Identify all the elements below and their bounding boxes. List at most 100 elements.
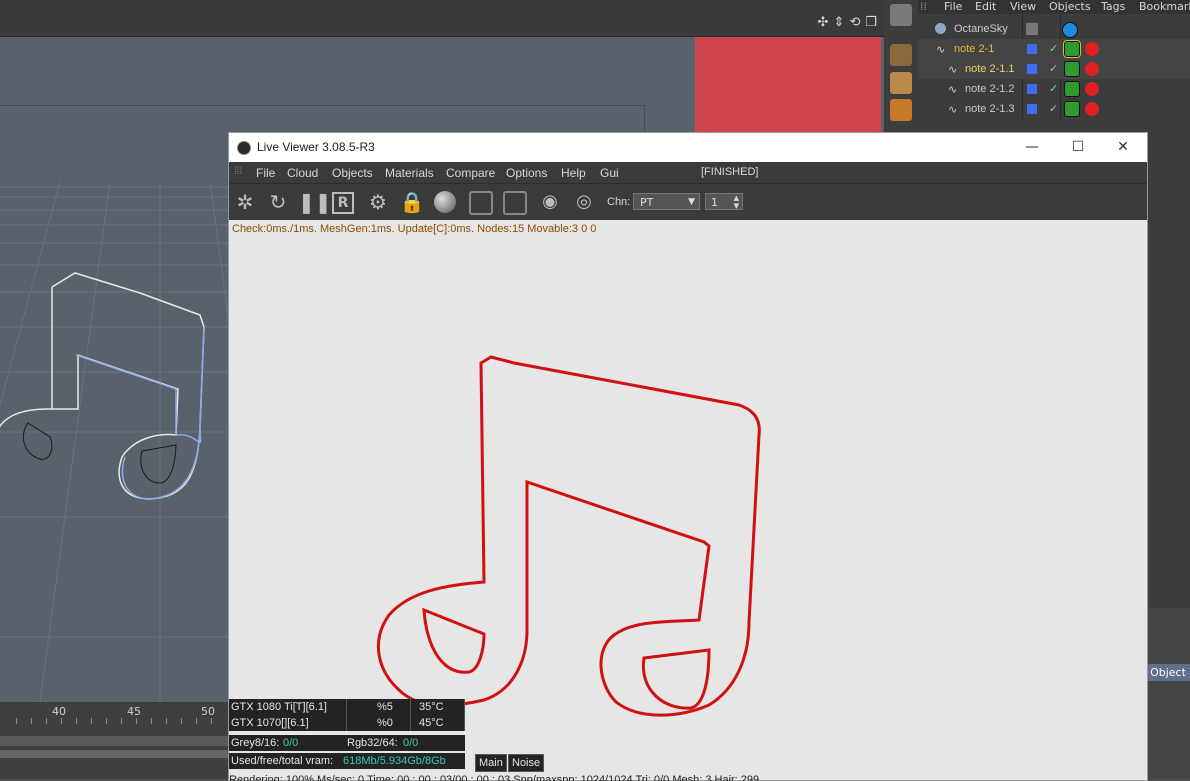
region-render-icon[interactable]: R [332, 192, 354, 214]
menu-objects[interactable]: Objects [332, 166, 373, 180]
object-row-octanesky[interactable]: OctaneSky [918, 19, 1190, 39]
close-button[interactable]: ✕ [1108, 137, 1138, 157]
gpu-name: GTX 1080 Ti[T][6.1] [229, 699, 347, 715]
maximize-view-icon[interactable]: ❐ [864, 16, 878, 30]
render-tag-icon[interactable] [1085, 82, 1099, 96]
vram-row: Used/free/total vram: 618Mb/5.934Gb/8Gb [229, 753, 465, 769]
render-region-preview [695, 37, 881, 132]
buffer-row: Grey8/16: 0/0 Rgb32/64: 0/0 [229, 735, 465, 751]
channel-value: PT [640, 196, 654, 209]
render-status: [FINISHED] [701, 166, 759, 178]
material-tag-icon[interactable] [1063, 40, 1081, 58]
tab-noise[interactable]: Noise [508, 754, 545, 772]
gpu-temp: 35°C [411, 699, 465, 715]
move-view-icon[interactable]: ✣ [816, 16, 830, 30]
menu-help[interactable]: Help [561, 166, 586, 180]
object-name[interactable]: note 2-1 [954, 39, 994, 59]
view-mode-2-icon[interactable] [503, 191, 527, 215]
frame-label: 45 [127, 705, 141, 718]
lock-icon[interactable]: 🔒 [399, 189, 425, 215]
layer-color-icon[interactable] [1027, 104, 1037, 114]
checker-icon[interactable] [890, 72, 912, 94]
attribute-tab-object[interactable]: Object [1146, 664, 1190, 681]
render-tag-icon[interactable] [1085, 42, 1099, 56]
gpu-temp: 45°C [411, 715, 465, 731]
grid-icon[interactable] [890, 99, 912, 121]
material-ball-icon[interactable] [434, 191, 456, 213]
enabled-check-icon[interactable]: ✓ [1049, 83, 1058, 95]
pin-focus-icon[interactable]: ◉ [537, 189, 563, 215]
c4d-logo-icon [237, 141, 251, 155]
spline-icon: ∿ [948, 103, 958, 116]
maximize-button[interactable]: ☐ [1063, 137, 1093, 157]
channel-label: Chn: [607, 196, 631, 208]
object-row-note-2-1-2[interactable]: note 2-1.2 ∿ ✓ [918, 79, 1190, 99]
spinner-value: 1 [711, 196, 718, 209]
render-view[interactable]: Check:0ms./1ms. MeshGen:1ms. Update[C]:0… [229, 220, 1147, 780]
object-row-note-2-1-1[interactable]: note 2-1.1 ∿ ✓ [918, 59, 1190, 79]
channel-select[interactable]: PT ▼ [633, 193, 700, 210]
om-menu-file[interactable]: File [944, 0, 962, 14]
toolbar: ✲ ↻ ❚❚ R ⚙ 🔒 ◉ ◎ Chn: PT ▼ 1 ▲ ▼ [229, 183, 1147, 221]
material-tag-icon[interactable] [1064, 101, 1080, 117]
pause-render-icon[interactable]: ❚❚ [298, 189, 332, 215]
menu-compare[interactable]: Compare [446, 166, 495, 180]
menu-options[interactable]: Options [506, 166, 547, 180]
object-row-note-2-1[interactable]: note 2-1 ∿ ✓ [918, 39, 1190, 59]
restart-render-icon[interactable]: ↻ [265, 189, 291, 215]
right-note-hole [641, 648, 711, 710]
enabled-check-icon[interactable]: ✓ [1049, 103, 1058, 115]
render-tag-icon[interactable] [1085, 62, 1099, 76]
send-scene-icon[interactable]: ✲ [232, 189, 258, 215]
om-menu-view[interactable]: View [1010, 0, 1036, 14]
om-menu-edit[interactable]: Edit [975, 0, 996, 14]
enabled-check-icon[interactable]: ✓ [1049, 63, 1058, 75]
layer-color-icon[interactable] [1027, 64, 1037, 74]
chevron-down-icon: ▼ [688, 197, 695, 207]
channel-spinner[interactable]: 1 ▲ ▼ [705, 193, 743, 210]
om-menu-bookmark[interactable]: Bookmark [1139, 0, 1190, 14]
timeline-range[interactable] [0, 750, 230, 758]
spinner-arrows-icon[interactable]: ▲ ▼ [734, 194, 739, 210]
object-name[interactable]: OctaneSky [954, 19, 1008, 39]
render-tag-icon[interactable] [1085, 102, 1099, 116]
octane-tag-icon[interactable] [1062, 22, 1078, 38]
menu-bar: ⁞⁞⁞ File Cloud Objects Materials Compare… [229, 162, 1147, 183]
layer-color-icon[interactable] [1027, 44, 1037, 54]
note-outline [376, 355, 761, 717]
grip-icon: ⁞⁞⁞ [234, 166, 243, 177]
grip-icon: ⁞⁞ [920, 0, 927, 13]
pin-material-icon[interactable]: ◎ [571, 189, 597, 215]
menu-materials[interactable]: Materials [385, 166, 434, 180]
menu-cloud[interactable]: Cloud [287, 166, 318, 180]
object-row-note-2-1-3[interactable]: note 2-1.3 ∿ ✓ [918, 99, 1190, 119]
gpu-name: GTX 1070[][6.1] [229, 715, 347, 731]
view-mode-1-icon[interactable] [469, 191, 493, 215]
cube-icon[interactable] [890, 44, 912, 66]
rotate-view-icon[interactable]: ⟲ [848, 16, 862, 30]
gpu-row: GTX 1070[][6.1] %0 45°C [229, 715, 465, 731]
layout-icon[interactable] [890, 4, 912, 26]
om-menu-tags[interactable]: Tags [1101, 0, 1125, 14]
object-name[interactable]: note 2-1.1 [965, 59, 1015, 79]
left-note-hole [422, 607, 486, 674]
tab-main[interactable]: Main [475, 754, 507, 772]
scale-view-icon[interactable]: ⇕ [832, 16, 846, 30]
menu-file[interactable]: File [256, 166, 275, 180]
vram-value: 618Mb/5.934Gb/8Gb [343, 755, 446, 767]
object-name[interactable]: note 2-1.3 [965, 99, 1015, 119]
window-title: Live Viewer 3.08.5-R3 [257, 140, 375, 154]
material-tag-icon[interactable] [1064, 61, 1080, 77]
timeline-scrubber[interactable] [0, 736, 230, 746]
minimize-button[interactable]: — [1017, 137, 1047, 157]
object-name[interactable]: note 2-1.2 [965, 79, 1015, 99]
timeline[interactable]: 40 45 50 [0, 702, 230, 779]
layer-color-icon[interactable] [1027, 84, 1037, 94]
menu-gui[interactable]: Gui [600, 166, 619, 180]
material-tag-icon[interactable] [1064, 81, 1080, 97]
om-menu-objects[interactable]: Objects [1049, 0, 1091, 14]
title-bar[interactable]: Live Viewer 3.08.5-R3 — ☐ ✕ [229, 133, 1147, 162]
enabled-check-icon[interactable]: ✓ [1049, 43, 1058, 55]
vram-label: Used/free/total vram: [231, 755, 334, 767]
settings-gear-icon[interactable]: ⚙ [365, 189, 391, 215]
